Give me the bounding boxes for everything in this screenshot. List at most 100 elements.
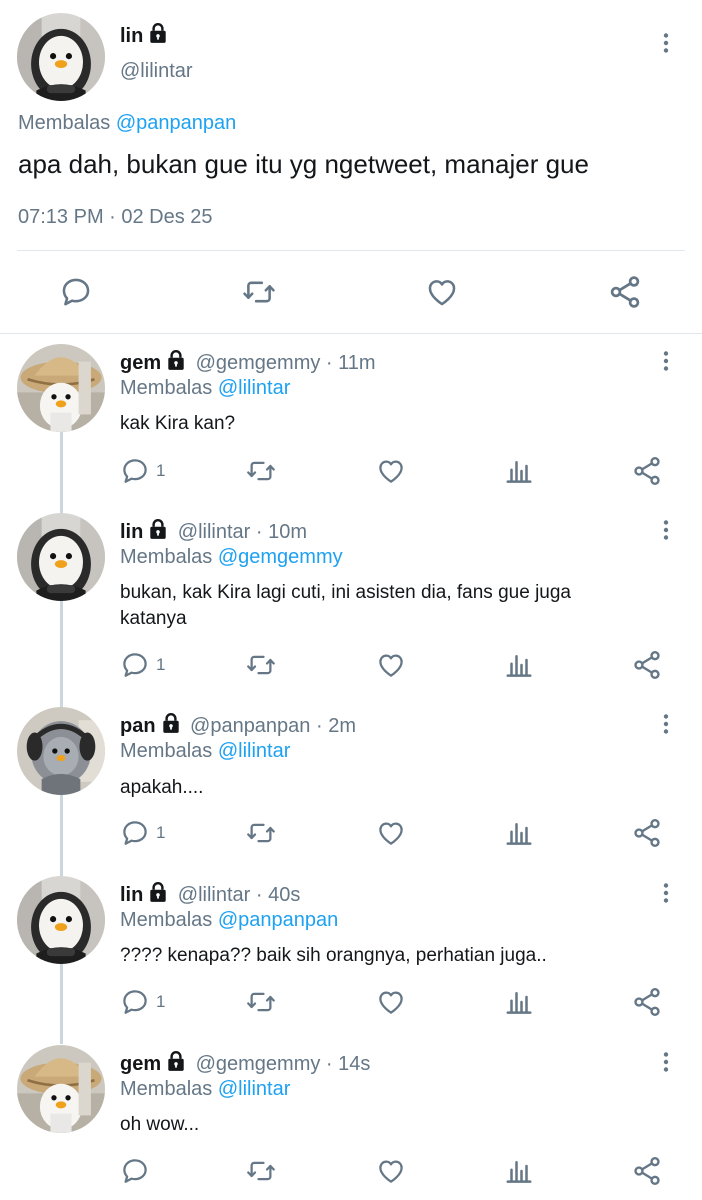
share-icon[interactable] xyxy=(631,817,663,849)
author-name[interactable]: lin xyxy=(120,521,143,543)
author-name[interactable]: pan xyxy=(120,715,156,737)
share-icon[interactable] xyxy=(631,455,663,487)
avatar-image xyxy=(17,876,105,964)
replying-to-label: Membalas xyxy=(120,909,213,931)
divider xyxy=(0,333,702,334)
retweet-icon[interactable] xyxy=(245,456,277,486)
reply-header: lin @lilintar · 40s xyxy=(120,881,300,907)
reply-text: oh wow... xyxy=(120,1114,200,1135)
more-options-icon[interactable] xyxy=(651,1047,681,1077)
more-options-icon[interactable] xyxy=(651,346,681,376)
reply-text: kak Kira kan? xyxy=(120,413,236,434)
avatar-image xyxy=(17,344,105,432)
reply-icon[interactable] xyxy=(59,275,93,309)
like-icon[interactable] xyxy=(375,650,407,680)
replying-to: Membalas @lilintar xyxy=(120,377,290,400)
reply-button[interactable]: 1 xyxy=(120,987,165,1017)
analytics-icon[interactable] xyxy=(504,456,534,486)
lock-icon xyxy=(165,1050,187,1072)
reply-button[interactable] xyxy=(120,1156,156,1186)
author-name[interactable]: gem xyxy=(120,1053,161,1075)
more-options-icon[interactable] xyxy=(651,709,681,739)
reply-icon xyxy=(120,456,150,486)
handle-time[interactable]: @panpanpan · 2m xyxy=(190,715,356,737)
reply-count: 1 xyxy=(156,823,166,842)
replying-to-mention[interactable]: @lilintar xyxy=(218,377,291,399)
share-icon[interactable] xyxy=(631,649,663,681)
author-handle[interactable]: @lilintar xyxy=(120,60,193,83)
avatar[interactable] xyxy=(17,344,105,432)
analytics-icon[interactable] xyxy=(504,650,534,680)
replying-to: Membalas @gemgemmy xyxy=(120,546,343,569)
reply-header: pan @panpanpan · 2m xyxy=(120,712,356,738)
share-icon[interactable] xyxy=(631,986,663,1018)
avatar-image xyxy=(17,1045,105,1133)
replying-to-mention[interactable]: @panpanpan xyxy=(116,112,236,134)
author-name[interactable]: lin xyxy=(120,25,143,47)
reply-text: ???? kenapa?? baik sih orangnya, perhati… xyxy=(120,945,547,966)
tweet-text: apa dah, bukan gue itu yg ngetweet, mana… xyxy=(18,149,589,179)
handle-time[interactable]: @lilintar · 40s xyxy=(178,884,301,906)
reply-icon xyxy=(120,818,150,848)
replying-to-mention[interactable]: @lilintar xyxy=(218,1078,291,1100)
reply-button[interactable]: 1 xyxy=(120,818,165,848)
analytics-icon[interactable] xyxy=(504,818,534,848)
handle-time[interactable]: @gemgemmy · 11m xyxy=(196,352,376,374)
like-icon[interactable] xyxy=(375,987,407,1017)
avatar[interactable] xyxy=(17,13,105,101)
reply-text: bukan, kak Kira lagi cuti, ini asisten d… xyxy=(120,582,571,629)
avatar-image xyxy=(17,513,105,601)
reply-icon xyxy=(120,987,150,1017)
replying-to-mention[interactable]: @panpanpan xyxy=(218,909,338,931)
tweet-timestamp[interactable]: 07:13 PM · 02 Des 25 xyxy=(18,206,213,229)
handle-time[interactable]: @gemgemmy · 14s xyxy=(196,1053,371,1075)
more-options-icon[interactable] xyxy=(651,28,681,58)
reply-count: 1 xyxy=(156,992,166,1011)
replying-to-label: Membalas xyxy=(120,546,213,568)
replying-to-label: Membalas xyxy=(18,112,111,134)
more-options-icon[interactable] xyxy=(651,515,681,545)
reply-button[interactable]: 1 xyxy=(120,650,165,680)
author-name[interactable]: lin xyxy=(120,884,143,906)
lock-icon xyxy=(165,349,187,371)
avatar-image xyxy=(17,707,105,795)
replying-to-label: Membalas xyxy=(120,377,213,399)
share-icon[interactable] xyxy=(631,1155,663,1187)
like-icon[interactable] xyxy=(375,818,407,848)
share-icon[interactable] xyxy=(607,274,643,310)
reply-icon xyxy=(120,1156,150,1186)
like-icon[interactable] xyxy=(424,275,460,309)
reply-button[interactable]: 1 xyxy=(120,456,165,486)
avatar[interactable] xyxy=(17,707,105,795)
divider xyxy=(17,250,685,251)
analytics-icon[interactable] xyxy=(504,987,534,1017)
like-icon[interactable] xyxy=(375,456,407,486)
retweet-icon[interactable] xyxy=(245,650,277,680)
retweet-icon[interactable] xyxy=(245,987,277,1017)
reply-header: gem @gemgemmy · 11m xyxy=(120,349,376,375)
reply-count: 1 xyxy=(156,461,166,480)
retweet-icon[interactable] xyxy=(241,275,277,309)
replying-to: Membalas @panpanpan xyxy=(18,112,236,135)
replying-to-label: Membalas xyxy=(120,1078,213,1100)
more-options-icon[interactable] xyxy=(651,878,681,908)
reply-header: lin @lilintar · 10m xyxy=(120,518,307,544)
replying-to-mention[interactable]: @gemgemmy xyxy=(218,546,343,568)
reply-icon xyxy=(120,650,150,680)
author-name[interactable]: gem xyxy=(120,352,161,374)
author-name-row: lin xyxy=(120,22,169,48)
avatar[interactable] xyxy=(17,1045,105,1133)
reply-header: gem @gemgemmy · 14s xyxy=(120,1050,370,1076)
replying-to-mention[interactable]: @lilintar xyxy=(218,740,291,762)
avatar[interactable] xyxy=(17,513,105,601)
analytics-icon[interactable] xyxy=(504,1156,534,1186)
like-icon[interactable] xyxy=(375,1156,407,1186)
reply-text: apakah.... xyxy=(120,777,204,798)
retweet-icon[interactable] xyxy=(245,1156,277,1186)
avatar[interactable] xyxy=(17,876,105,964)
lock-icon xyxy=(147,881,169,903)
retweet-icon[interactable] xyxy=(245,818,277,848)
lock-icon xyxy=(147,518,169,540)
handle-time[interactable]: @lilintar · 10m xyxy=(178,521,307,543)
replying-to-label: Membalas xyxy=(120,740,213,762)
